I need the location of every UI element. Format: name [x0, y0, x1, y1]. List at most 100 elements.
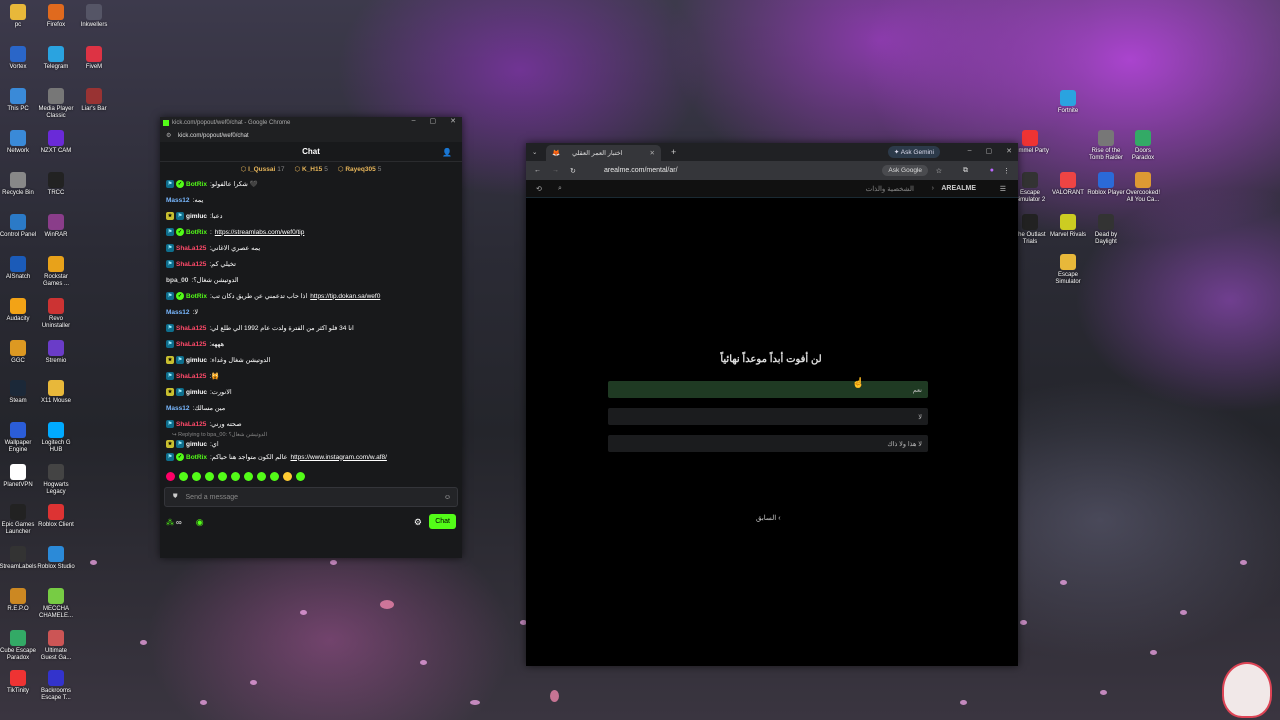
- desktop-icon[interactable]: Rise of the Tomb Raider: [1087, 128, 1125, 162]
- menu-icon[interactable]: ⋮: [1003, 167, 1010, 175]
- desktop-icon[interactable]: pc: [0, 2, 37, 29]
- emote-icon[interactable]: [244, 471, 253, 481]
- desktop-icon[interactable]: Rockstar Games ...: [37, 254, 75, 288]
- desktop-icon[interactable]: StreamLabels: [0, 544, 37, 571]
- chat-username[interactable]: BotRix: [186, 293, 207, 300]
- emote-icon[interactable]: [179, 471, 188, 481]
- chat-username[interactable]: ShaLa125: [176, 245, 206, 252]
- desktop-icon[interactable]: NZXT CAM: [37, 128, 75, 155]
- history-icon[interactable]: ⟲: [536, 185, 542, 193]
- emote-icon[interactable]: [192, 471, 201, 481]
- chat-username[interactable]: BotRix: [186, 454, 207, 461]
- answer-option-no[interactable]: لا: [608, 408, 928, 425]
- chat-username[interactable]: BotRix: [186, 181, 207, 188]
- desktop-icon[interactable]: Revo Uninstaller: [37, 296, 75, 330]
- minimize-button[interactable]: –: [412, 117, 416, 125]
- desktop-icon[interactable]: X11 Mouse: [37, 378, 75, 405]
- hamburger-icon[interactable]: ☰: [1000, 185, 1006, 193]
- chat-link[interactable]: https://tip.dokan.sa/wef0: [310, 293, 380, 300]
- chat-username[interactable]: gimluc: [186, 389, 207, 396]
- bookmark-star-icon[interactable]: ☆: [936, 167, 942, 175]
- chat-link[interactable]: https://streamlabs.com/wef0/tip: [215, 229, 305, 236]
- chat-username[interactable]: ShaLa125: [176, 325, 206, 332]
- gemini-button[interactable]: ✦ Ask Gemini: [887, 146, 940, 158]
- desktop-icon[interactable]: Marvel Rivals: [1049, 212, 1087, 239]
- tab-search-icon[interactable]: ⌄: [532, 148, 537, 156]
- desktop-icon[interactable]: Cube Escape Paradox: [0, 628, 37, 662]
- chat-username[interactable]: ShaLa125: [176, 373, 206, 380]
- desktop-icon[interactable]: This PC: [0, 86, 37, 113]
- answer-option-yes[interactable]: نعم: [608, 381, 928, 398]
- desktop-icon[interactable]: Logitech G HUB: [37, 420, 75, 454]
- leaderboard-entry[interactable]: ⬡ K_H15 5: [295, 165, 328, 173]
- desktop-icon[interactable]: Ultimate Guest Ga...: [37, 628, 75, 662]
- chat-input[interactable]: ⛊ Send a message ☺: [164, 487, 458, 507]
- desktop-icon[interactable]: Firefox: [37, 2, 75, 29]
- url-input[interactable]: arealme.com/mental/ar/: [604, 167, 678, 174]
- back-icon[interactable]: ←: [534, 167, 541, 174]
- desktop-icon[interactable]: VALORANT: [1049, 170, 1087, 197]
- previous-button[interactable]: السابق ‹: [756, 514, 781, 522]
- desktop-icon[interactable]: TikTinity: [0, 668, 37, 695]
- desktop-icon[interactable]: Liar's Bar: [75, 86, 113, 113]
- profile-icon[interactable]: ●: [990, 167, 994, 174]
- emote-icon[interactable]: [283, 471, 292, 481]
- desktop-icon[interactable]: Escape Simulator: [1049, 252, 1087, 286]
- tab-mental-age-test[interactable]: 🦊 اختبار العمر العقلي ✕: [546, 145, 661, 161]
- chat-username[interactable]: BotRix: [186, 229, 207, 236]
- desktop-icon[interactable]: Hogwarts Legacy: [37, 462, 75, 496]
- emote-icon[interactable]: [296, 471, 305, 481]
- desktop-icon[interactable]: Epic Games Launcher: [0, 502, 37, 536]
- breadcrumb[interactable]: الشخصية والذات: [866, 185, 914, 193]
- desktop-icon[interactable]: Network: [0, 128, 37, 155]
- emote-icon[interactable]: [270, 471, 279, 481]
- emote-icon[interactable]: [257, 471, 266, 481]
- desktop-icon[interactable]: Fortnite: [1049, 88, 1087, 115]
- desktop-icon[interactable]: Roblox Studio: [37, 544, 75, 571]
- brand-logo[interactable]: AREALME: [941, 185, 976, 192]
- answer-option-neither[interactable]: لا هذا ولا ذاك: [608, 435, 928, 452]
- desktop-icon[interactable]: Inkwellers: [75, 2, 113, 29]
- chat-username[interactable]: gimluc: [186, 441, 207, 448]
- leaderboard-entry[interactable]: ⬡ l_Qussai 17: [241, 165, 285, 173]
- desktop-icon[interactable]: AISnatch: [0, 254, 37, 281]
- close-tab-icon[interactable]: ✕: [650, 149, 655, 157]
- close-button[interactable]: ✕: [450, 117, 456, 125]
- chat-username[interactable]: bpa_00: [166, 277, 188, 284]
- emote-icon[interactable]: [205, 471, 214, 481]
- desktop-icon[interactable]: Doors Paradox: [1124, 128, 1162, 162]
- desktop-icon[interactable]: R.E.P.O: [0, 586, 37, 613]
- chat-username[interactable]: ShaLa125: [176, 421, 206, 428]
- chat-username[interactable]: Mass12: [166, 405, 190, 412]
- chat-link[interactable]: https://www.instagram.com/w.af8/: [290, 454, 386, 461]
- desktop-icon[interactable]: Wallpaper Engine: [0, 420, 37, 454]
- minimize-button[interactable]: –: [968, 147, 972, 155]
- desktop-icon[interactable]: MECCHA CHAMELE...: [37, 586, 75, 620]
- chat-username[interactable]: gimluc: [186, 357, 207, 364]
- forward-icon[interactable]: →: [552, 167, 559, 174]
- desktop-icon[interactable]: TRCC: [37, 170, 75, 197]
- maximize-button[interactable]: ▢: [430, 117, 437, 125]
- desktop-icon[interactable]: Audacity: [0, 296, 37, 323]
- desktop-icon[interactable]: Steam: [0, 378, 37, 405]
- desktop-icon[interactable]: Stremio: [37, 338, 75, 365]
- chat-username[interactable]: Mass12: [166, 197, 190, 204]
- settings-icon[interactable]: ⚙: [414, 517, 422, 528]
- desktop-icon[interactable]: PlanetVPN: [0, 462, 37, 489]
- chat-username[interactable]: gimluc: [186, 213, 207, 220]
- new-tab-button[interactable]: +: [671, 147, 676, 157]
- chat-username[interactable]: Mass12: [166, 309, 190, 316]
- emoji-icon[interactable]: ☺: [444, 494, 451, 501]
- desktop-icon[interactable]: Vortex: [0, 44, 37, 71]
- reload-icon[interactable]: ↻: [570, 167, 576, 175]
- kick-coin-icon[interactable]: ◉: [196, 517, 204, 528]
- ask-google-button[interactable]: Ask Google: [882, 165, 928, 176]
- desktop-icon[interactable]: Recycle Bin: [0, 170, 37, 197]
- desktop-icon[interactable]: Media Player Classic: [37, 86, 75, 120]
- chat-username[interactable]: ShaLa125: [176, 341, 206, 348]
- desktop-icon[interactable]: Dead by Daylight: [1087, 212, 1125, 246]
- search-icon[interactable]: ⌕: [558, 185, 562, 193]
- desktop-icon[interactable]: Backrooms Escape T...: [37, 668, 75, 702]
- desktop-icon[interactable]: Overcooked! All You Ca...: [1124, 170, 1162, 204]
- desktop-icon[interactable]: Roblox Client: [37, 502, 75, 529]
